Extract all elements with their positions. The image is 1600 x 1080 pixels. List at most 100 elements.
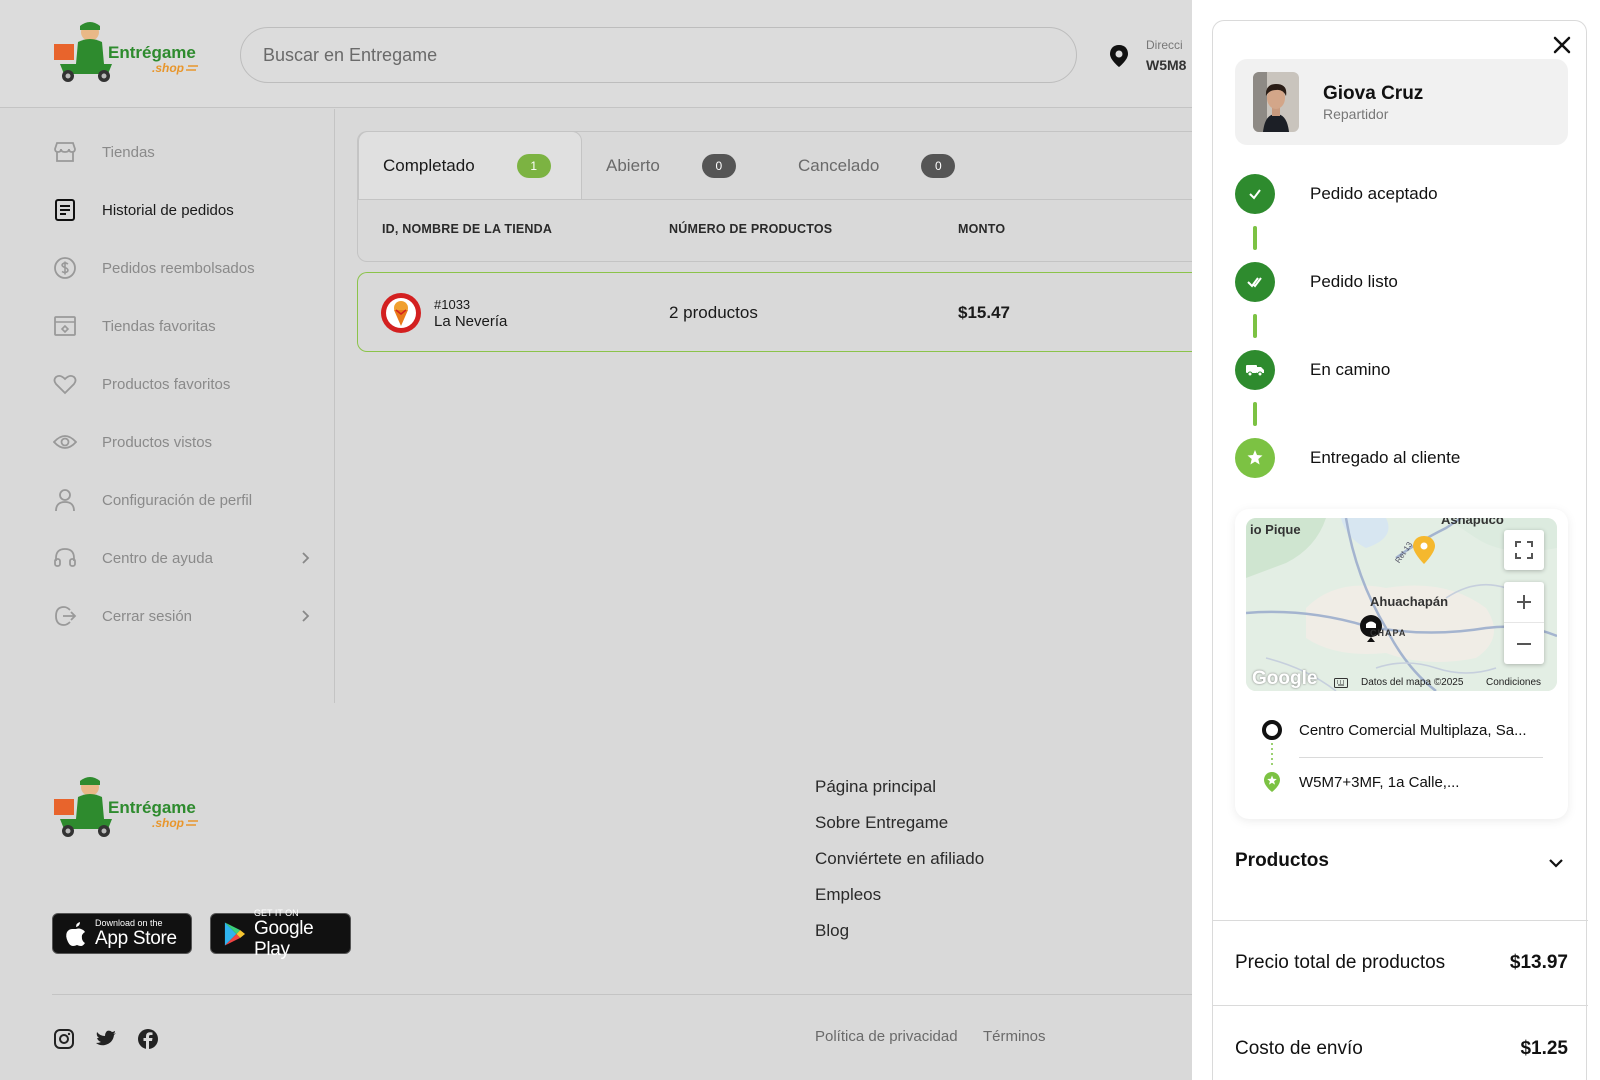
status-step-listo: Pedido listo [1235,262,1565,302]
column-header-store: ID, NOMBRE DE LA TIENDA [382,222,553,236]
sidebar-item-tiendas-favoritas[interactable]: Tiendas favoritas [52,306,312,346]
sidebar-item-label: Centro de ayuda [102,549,213,567]
refund-icon [52,255,78,281]
instagram-icon[interactable] [53,1028,75,1050]
map-attribution: Datos del mapa ©2025 [1361,677,1464,688]
sidebar-item-reembolsados[interactable]: Pedidos reembolsados [52,248,312,288]
orders-table: Completado 1 Abierto 0 Cancelado 0 ID, N… [357,131,1217,262]
sidebar-item-label: Cerrar sesión [102,607,193,625]
address-value[interactable]: W5M8 [1146,57,1186,73]
summary-value: $1.25 [1520,1038,1568,1059]
sidebar-item-label: Tiendas favoritas [102,317,216,335]
tab-label: Abierto [606,155,660,175]
route-origin: Centro Comercial Multiplaza, Sa... [1299,722,1527,739]
user-icon [52,487,78,513]
tab-abierto[interactable]: Abierto 0 [606,132,766,199]
entregame-logo[interactable]: Entrégame .shop [52,775,202,839]
app-store-small: Download on the [95,918,163,928]
google-play-big: Google Play [253,917,314,960]
svg-text:Entrégame: Entrégame [108,43,196,62]
footer-link-home[interactable]: Página principal [815,777,936,797]
sidebar-item-configuracion[interactable]: Configuración de perfil [52,480,312,520]
footer-link-affiliate[interactable]: Conviértete en afiliado [815,849,984,869]
twitter-icon[interactable] [95,1028,117,1050]
sidebar-item-historial[interactable]: Historial de pedidos [52,190,312,230]
sidebar-item-productos-favoritos[interactable]: Productos favoritos [52,364,312,404]
minus-icon [1517,642,1531,645]
map-terms-link[interactable]: Condiciones [1486,677,1541,688]
avatar [1253,72,1299,132]
location-pin-icon[interactable] [1108,44,1130,68]
keyboard-icon[interactable] [1334,678,1348,688]
sidebar-item-label: Tiendas [102,143,155,161]
summary-row-shipping: Costo de envío $1.25 [1235,1038,1568,1060]
facebook-icon[interactable] [137,1028,159,1050]
column-header-products: NÚMERO DE PRODUCTOS [669,222,833,236]
summary-label: Costo de envío [1235,1038,1363,1059]
column-header-amount: MONTO [958,222,1006,236]
footer-link-terms[interactable]: Términos [983,1028,1046,1045]
logout-icon [52,603,78,629]
route-divider [1299,757,1543,758]
sidebar: Tiendas Historial de pedidos Pedidos ree… [0,109,335,703]
origin-marker-icon [1262,720,1282,740]
sidebar-item-cerrar-sesion[interactable]: Cerrar sesión [52,596,312,636]
footer-link-about[interactable]: Sobre Entregame [815,813,948,833]
footer-link-blog[interactable]: Blog [815,921,849,941]
route-destination: W5M7+3MF, 1a Calle,... [1299,774,1460,791]
summary-value: $13.97 [1509,952,1568,973]
sidebar-item-productos-vistos[interactable]: Productos vistos [52,422,312,462]
status-step-label: Pedido listo [1310,272,1398,291]
table-row[interactable]: #1033 La Nevería 2 productos $15.47 [357,272,1217,352]
sidebar-item-centro-ayuda[interactable]: Centro de ayuda [52,538,312,578]
tab-label: Completado [383,155,475,175]
close-icon[interactable] [1551,34,1573,56]
summary-divider [1213,920,1588,921]
sidebar-item-tiendas[interactable]: Tiendas [52,132,312,172]
courier-role: Repartidor [1323,106,1389,122]
map-place-label: CHAPA [1370,628,1407,638]
check-icon [1235,174,1275,214]
sidebar-item-label: Productos favoritos [102,375,231,393]
sidebar-item-label: Productos vistos [102,433,213,451]
map-fullscreen-button[interactable] [1504,530,1544,570]
map-zoom-in-button[interactable] [1504,582,1544,623]
chevron-right-icon [302,552,310,564]
status-step-label: Entregado al cliente [1310,448,1461,467]
map-view[interactable]: io Pique Asnapuco Ahuachapán CHAPA Ret 1… [1246,518,1557,691]
entregame-logo[interactable]: Entrégame .shop [52,20,202,84]
status-step-entregado: Entregado al cliente [1235,438,1565,478]
summary-row-products-total: Precio total de productos $13.97 [1235,952,1568,974]
order-id: #1033 [434,297,471,312]
tab-cancelado[interactable]: Cancelado 0 [798,132,998,199]
tab-count-badge: 1 [516,153,551,178]
tabs-divider [358,199,1217,200]
google-play-button[interactable]: GET IT ON Google Play [210,908,351,960]
plus-icon [1517,595,1531,609]
timeline-connector [1253,226,1257,250]
products-title: Productos [1235,850,1329,871]
svg-text:.shop: .shop [152,816,184,830]
footer-link-jobs[interactable]: Empleos [815,885,881,905]
google-play-icon [224,922,246,945]
footer-divider [52,994,1192,995]
truck-icon [1235,350,1275,390]
courier-name: Giova Cruz [1323,83,1424,104]
apple-icon [66,921,85,946]
google-logo[interactable]: Google [1252,668,1317,690]
search-input[interactable] [240,27,1077,83]
status-step-label: En camino [1310,360,1391,379]
route-connector [1271,743,1273,767]
app-store-button[interactable]: Download on the App Store [52,913,192,954]
map-zoom-out-button[interactable] [1504,623,1544,664]
chevron-right-icon [302,610,310,622]
app-store-big: App Store [95,928,177,949]
double-check-icon [1235,262,1275,302]
tab-completado[interactable]: Completado 1 [358,131,582,199]
store-logo [381,293,421,333]
products-accordion[interactable]: Productos [1235,850,1565,880]
map-place-label: io Pique [1250,522,1301,537]
status-step-aceptado: Pedido aceptado [1235,174,1565,214]
footer-link-privacy[interactable]: Política de privacidad [815,1028,958,1045]
status-step-label: Pedido aceptado [1310,184,1438,203]
